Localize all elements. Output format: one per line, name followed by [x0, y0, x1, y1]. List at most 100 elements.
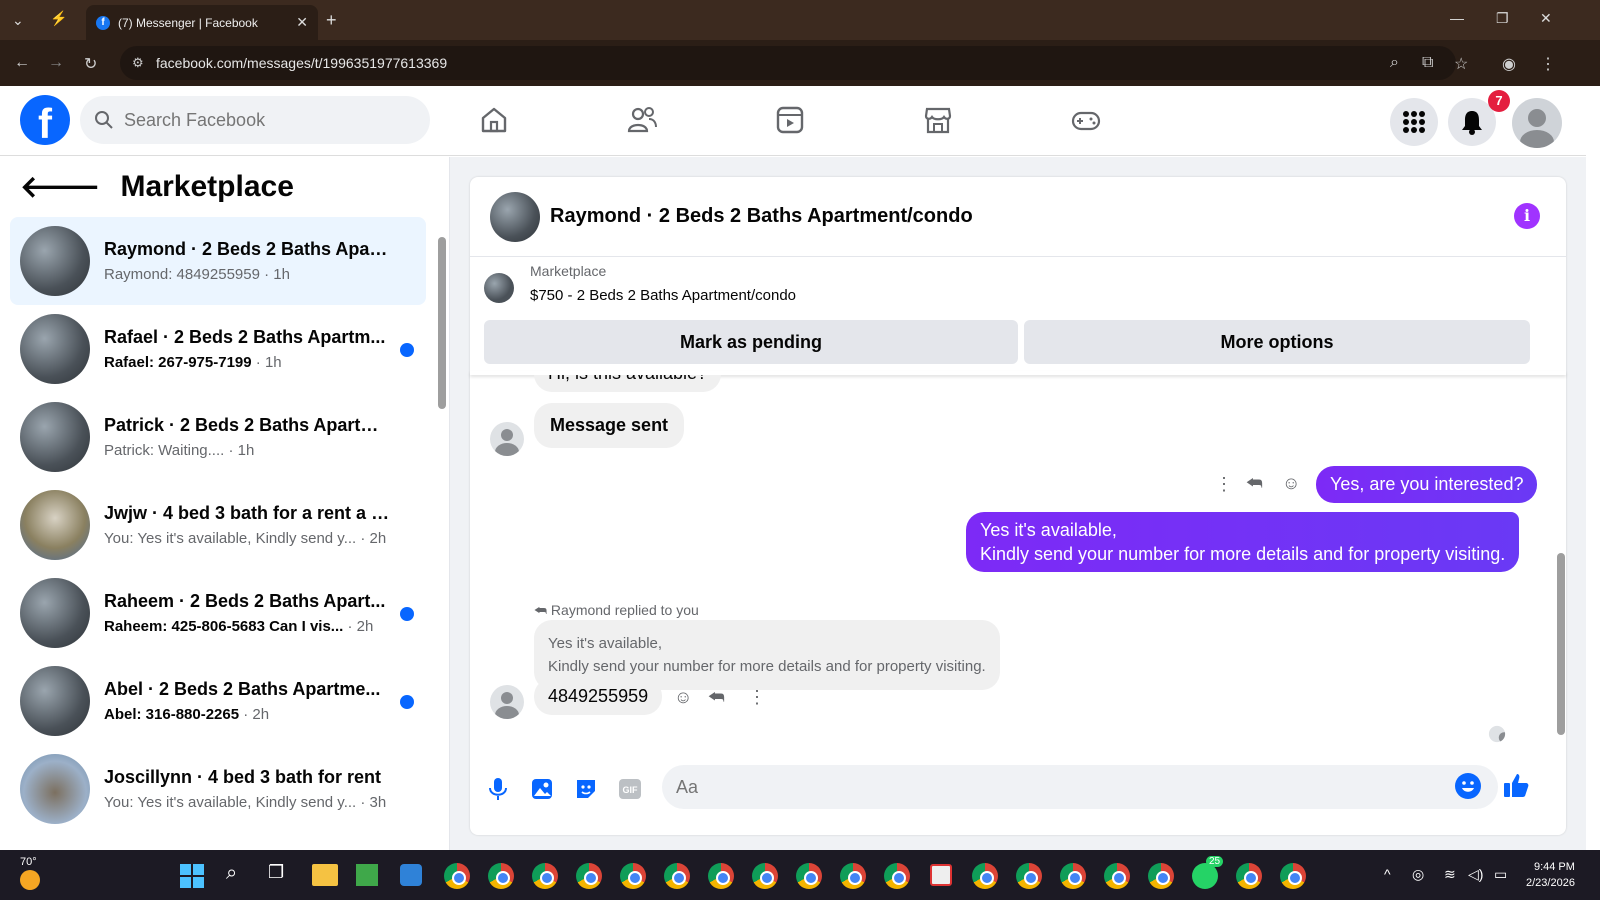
search-box[interactable] [80, 96, 430, 144]
menu-grid-icon[interactable] [1390, 98, 1438, 146]
chrome-icon[interactable] [664, 863, 690, 889]
conversation-item[interactable]: Jwjw · 4 bed 3 bath for a rent a h... Yo… [10, 481, 426, 569]
menu-kebab-icon[interactable]: ⋮ [1540, 54, 1556, 74]
listing-banner[interactable]: Marketplace $750 - 2 Beds 2 Baths Apartm… [484, 263, 796, 304]
facebook-logo-icon[interactable]: f [20, 95, 70, 145]
home-icon[interactable] [472, 100, 516, 140]
chrome-icon[interactable] [884, 863, 910, 889]
battery-icon[interactable]: ▭ [1494, 866, 1507, 883]
snipping-tool-icon[interactable] [930, 864, 952, 886]
conversation-item[interactable]: Patrick · 2 Beds 2 Baths Apartme... Patr… [10, 393, 426, 481]
gaming-icon[interactable] [1064, 100, 1108, 140]
more-options-button[interactable]: More options [1024, 320, 1530, 364]
profile-icon[interactable]: ◉ [1502, 54, 1516, 74]
mark-as-pending-button[interactable]: Mark as pending [484, 320, 1018, 364]
profile-switch-icon[interactable]: ⚡ [50, 10, 67, 27]
back-arrow-icon[interactable]: 🡐 [20, 169, 100, 205]
contact-avatar[interactable] [490, 685, 524, 719]
outgoing-message[interactable]: Yes, are you interested? [1316, 466, 1538, 503]
site-info-icon[interactable]: ⚙ [132, 46, 144, 80]
windows-start-icon[interactable] [180, 864, 204, 888]
chat-scrollbar[interactable] [1557, 553, 1565, 735]
contact-avatar[interactable] [490, 422, 524, 456]
taskbar-search-icon[interactable]: ⌕ [226, 862, 237, 885]
conversation-item[interactable]: Rafael · 2 Beds 2 Baths Apartm... Rafael… [10, 305, 426, 393]
microphone-icon[interactable] [484, 775, 512, 803]
address-bar[interactable]: ⚙ facebook.com/messages/t/19963519776133… [120, 46, 1456, 80]
incoming-message[interactable]: Message sent [534, 403, 685, 448]
more-actions-icon[interactable]: ⋮ [748, 687, 766, 708]
close-tab-icon[interactable]: ✕ [296, 14, 308, 31]
chat-title[interactable]: Raymond · 2 Beds 2 Baths Apartment/condo [550, 205, 973, 228]
search-input[interactable] [124, 109, 404, 131]
chrome-icon[interactable] [620, 863, 646, 889]
install-app-icon[interactable]: ⧉ [1422, 54, 1433, 72]
app-icon[interactable] [356, 864, 378, 886]
chrome-icon[interactable] [1060, 863, 1086, 889]
outgoing-message[interactable]: Yes it's available, Kindly send your num… [966, 512, 1520, 572]
react-smiley-icon[interactable]: ☺ [1282, 473, 1300, 494]
zoom-icon[interactable]: ⌕ [1390, 54, 1399, 72]
close-window-icon[interactable]: ✕ [1540, 10, 1552, 27]
weather-widget[interactable]: 70° [20, 856, 40, 890]
video-icon[interactable] [768, 100, 812, 140]
gif-icon[interactable]: GIF [616, 775, 644, 803]
chrome-icon[interactable] [1104, 863, 1130, 889]
chrome-icon[interactable] [972, 863, 998, 889]
conversation-name: Rafael · 2 Beds 2 Baths Apartm... [104, 327, 386, 347]
volume-icon[interactable]: ◁) [1468, 866, 1483, 883]
file-explorer-icon[interactable] [312, 864, 338, 886]
conversation-item[interactable]: Raheem · 2 Beds 2 Baths Apart... Raheem:… [10, 569, 426, 657]
chrome-icon[interactable] [444, 863, 470, 889]
message-input-box[interactable] [662, 765, 1498, 809]
chrome-icon[interactable] [1148, 863, 1174, 889]
react-smiley-icon[interactable]: ☺ [674, 687, 692, 708]
minimize-icon[interactable]: — [1450, 10, 1464, 26]
marketplace-icon[interactable] [916, 100, 960, 140]
more-actions-icon[interactable]: ⋮ [1215, 474, 1233, 495]
emoji-icon[interactable] [1454, 772, 1482, 800]
wifi-icon[interactable]: ≋ [1444, 866, 1456, 883]
chrome-icon[interactable] [752, 863, 778, 889]
system-clock[interactable]: 9:44 PM 2/23/2026 [1526, 859, 1575, 891]
tray-app-icon[interactable]: ◎ [1412, 866, 1424, 883]
info-icon[interactable]: i [1514, 203, 1540, 229]
reload-icon[interactable]: ↻ [84, 54, 97, 74]
browser-tab[interactable]: f (7) Messenger | Facebook ✕ [86, 5, 318, 40]
chrome-icon[interactable] [1280, 863, 1306, 889]
message-input[interactable] [676, 776, 1436, 798]
store-icon[interactable] [400, 864, 422, 886]
conversation-item[interactable]: Raymond · 2 Beds 2 Baths Apart... Raymon… [10, 217, 426, 305]
chrome-icon[interactable] [840, 863, 866, 889]
chrome-icon[interactable] [488, 863, 514, 889]
restore-icon[interactable]: ❐ [1496, 10, 1509, 27]
new-tab-icon[interactable]: + [326, 10, 337, 31]
reply-icon[interactable]: ⮪ [1246, 473, 1263, 494]
task-view-icon[interactable]: ❐ [268, 862, 284, 883]
like-thumb-icon[interactable] [1502, 771, 1530, 799]
sticker-icon[interactable] [572, 775, 600, 803]
chrome-icon[interactable] [796, 863, 822, 889]
chrome-icon[interactable] [532, 863, 558, 889]
chrome-icon[interactable] [708, 863, 734, 889]
chat-avatar[interactable] [490, 191, 540, 242]
friends-icon[interactable] [620, 100, 664, 140]
incoming-message[interactable]: Hi, is this available? [534, 375, 722, 392]
conversation-item[interactable]: Abel · 2 Beds 2 Baths Apartme... Abel: 3… [10, 657, 426, 745]
chrome-icon[interactable] [1236, 863, 1262, 889]
tab-search-icon[interactable]: ⌄ [12, 12, 24, 29]
chrome-icon[interactable] [1016, 863, 1042, 889]
photo-icon[interactable] [528, 775, 556, 803]
forward-icon[interactable]: → [48, 54, 64, 72]
conversation-preview: You: Yes it's available, Kindly send y..… [104, 794, 387, 811]
account-avatar[interactable] [1512, 98, 1562, 148]
sidebar-scrollbar[interactable] [438, 237, 446, 409]
tray-overflow-icon[interactable]: ^ [1384, 866, 1391, 882]
listing-thumbnail [20, 666, 90, 736]
conversation-item[interactable]: Joscillynn · 4 bed 3 bath for rent You: … [10, 745, 426, 833]
incoming-message[interactable]: 4849255959 [534, 678, 663, 715]
chrome-icon[interactable] [576, 863, 602, 889]
back-icon[interactable]: ← [14, 54, 30, 72]
reply-icon[interactable]: ⮪ [708, 687, 725, 708]
bookmark-star-icon[interactable]: ☆ [1454, 54, 1468, 74]
